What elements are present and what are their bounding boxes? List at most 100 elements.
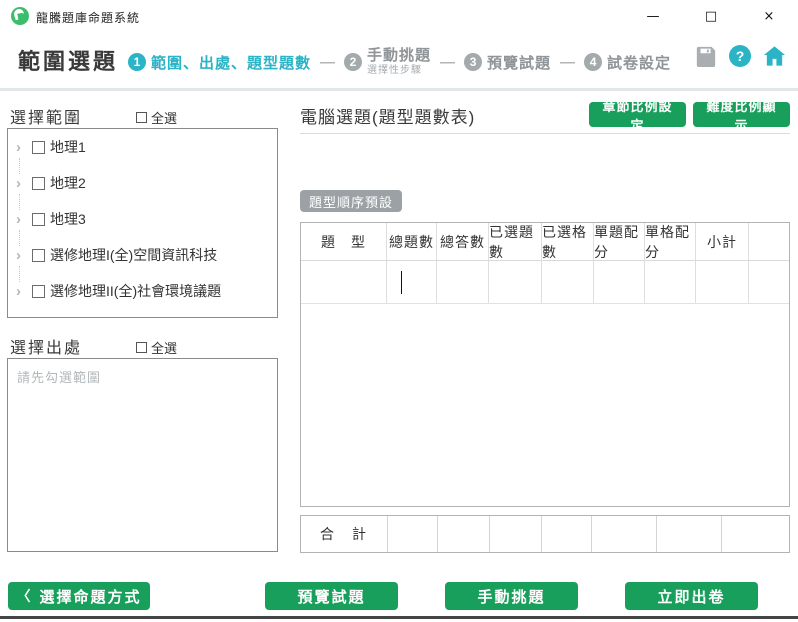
tree-item-checkbox[interactable] [32,248,45,262]
back-button-label: 選擇命題方式 [39,588,142,606]
back-chevron-icon: 〈 [16,588,33,604]
step-3-number: 3 [464,53,483,71]
tree-item-geo1[interactable]: › 地理1 [8,129,277,174]
range-section-title: 選擇範圍 [10,110,83,127]
generate-paper-button[interactable]: 立即出卷 [625,582,758,610]
text-cursor [401,270,402,294]
col-subtotal: 小計 [696,223,749,260]
total-cell [490,516,542,552]
col-question-type: 題 型 [301,223,387,260]
range-select-all-checkbox[interactable] [136,112,147,123]
range-select-all-label: 全選 [151,111,178,126]
col-points-per-question: 單題配分 [594,223,645,260]
tree-item-elective1[interactable]: › 選修地理I(全)空間資訊科技 [8,237,277,282]
total-row: 合 計 [300,515,790,553]
range-select-all: 全選 [136,108,177,127]
back-to-method-button[interactable]: 〈 選擇命題方式 [8,582,150,610]
right-panel-divider [300,133,790,134]
tree-item-geo2[interactable]: › 地理2 [8,165,277,210]
type-order-preset-button[interactable]: 題型順序預設 [300,190,403,212]
tree-item-checkbox[interactable] [32,176,45,190]
app-window: 龍騰題庫命題系統 — □ × 範圍選題 1 範圍、出處、題型題數 — 2 手動挑… [0,0,798,622]
step-3-preview[interactable]: 3 預覽試題 [464,52,551,73]
total-cell [722,516,789,552]
step-4-paper-settings[interactable]: 4 試卷設定 [584,52,671,73]
table-header-row: 題 型 總題數 總答數 已選題數 已選格數 單題配分 單格配分 小計 [301,223,789,261]
cell-points-per-question[interactable] [594,261,645,303]
header-divider [0,88,798,91]
step-2-number: 2 [344,53,363,71]
col-extra [749,223,789,260]
tree-item-checkbox[interactable] [32,140,45,154]
cell-points-per-blank[interactable] [645,261,696,303]
step-separator: — [560,53,576,71]
step-separator: — [320,53,336,71]
total-cell [542,516,592,552]
col-selected-blanks: 已選格數 [542,223,594,260]
home-icon[interactable] [763,44,786,67]
app-title: 龍騰題庫命題系統 [36,11,141,25]
col-points-per-blank: 單格配分 [645,223,696,260]
tree-item-label: 地理2 [50,175,86,191]
tree-item-label: 選修地理I(全)空間資訊科技 [50,247,218,263]
cell-selected-questions[interactable] [489,261,542,303]
total-cell [438,516,490,552]
tree-item-checkbox[interactable] [32,212,45,226]
step-2-manual-pick[interactable]: 2 手動挑題 選擇性步驟 [344,48,431,76]
step-1-label: 範圍、出處、題型題數 [151,54,312,72]
close-button[interactable]: × [740,0,798,32]
wizard-steps: 1 範圍、出處、題型題數 — 2 手動挑題 選擇性步驟 — 3 預覽試題 — 4… [128,40,671,84]
help-icon[interactable]: ? [729,44,751,67]
source-section-title: 選擇出處 [10,340,83,357]
cell-selected-blanks[interactable] [542,261,594,303]
minimize-button[interactable]: — [624,0,682,32]
expand-chevron-icon[interactable]: › [16,176,30,210]
tree-item-label: 選修地理II(全)社會環境議題 [50,283,222,299]
preview-questions-button[interactable]: 預覽試題 [265,582,398,610]
total-cell [592,516,657,552]
range-tree: › 地理1 › 地理2 › 地理3 › 選修地理I(全)空間資訊科技 › 選修地… [7,128,278,318]
expand-chevron-icon[interactable]: › [16,212,30,246]
total-cell [388,516,438,552]
expand-chevron-icon[interactable]: › [16,248,30,282]
tree-item-label: 地理3 [50,211,86,227]
titlebar: 龍騰題庫命題系統 — □ × [0,0,798,32]
source-select-all-checkbox[interactable] [136,342,147,353]
total-label: 合 計 [301,516,388,552]
source-placeholder: 請先勾選範圍 [17,370,102,385]
step-4-number: 4 [584,53,603,71]
header-icons: ? [694,44,786,67]
step-4-label: 試卷設定 [607,54,672,72]
step-2-label: 手動挑題 [367,47,432,65]
manual-pick-button[interactable]: 手動挑題 [445,582,578,610]
cell-subtotal[interactable] [696,261,749,303]
expand-chevron-icon[interactable]: › [16,140,30,174]
expand-chevron-icon[interactable]: › [16,284,30,299]
cell-total-answers[interactable] [437,261,489,303]
source-list: 請先勾選範圍 [7,358,278,552]
window-bottom-edge [0,616,798,619]
window-controls: — □ × [624,0,798,32]
table-empty-row [301,261,789,304]
tree-item-elective2[interactable]: › 選修地理II(全)社會環境議題 [8,273,277,309]
question-type-table: 題 型 總題數 總答數 已選題數 已選格數 單題配分 單格配分 小計 [300,222,790,507]
cell-extra[interactable] [749,261,789,303]
chapter-ratio-button[interactable]: 章節比例設定 [589,99,686,133]
cell-total-questions[interactable] [387,261,437,303]
total-cell [657,516,722,552]
app-logo-icon [11,7,29,25]
source-select-all-label: 全選 [151,341,178,356]
computer-select-title: 電腦選題(題型題數表) [300,108,476,127]
col-total-answers: 總答數 [437,223,489,260]
step-2-sublabel: 選擇性步驟 [367,64,423,76]
save-icon[interactable] [694,44,717,67]
difficulty-ratio-button[interactable]: 難度比例顯示 [693,99,790,133]
tree-item-checkbox[interactable] [32,284,45,298]
tree-item-geo3[interactable]: › 地理3 [8,201,277,246]
step-1-range[interactable]: 1 範圍、出處、題型題數 [128,52,311,73]
col-total-questions: 總題數 [387,223,437,260]
header: 範圍選題 1 範圍、出處、題型題數 — 2 手動挑題 選擇性步驟 — 3 預覽試… [0,32,798,88]
page-title: 範圍選題 [18,49,119,74]
cell-question-type[interactable] [301,261,387,303]
maximize-button[interactable]: □ [682,0,740,32]
